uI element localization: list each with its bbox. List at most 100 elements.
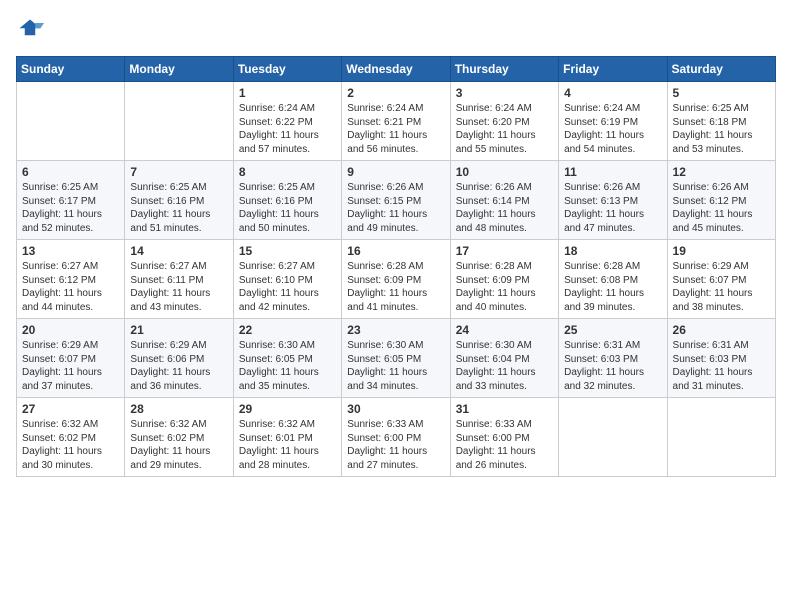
day-info: Sunrise: 6:31 AM Sunset: 6:03 PM Dayligh… — [564, 339, 661, 393]
day-info: Sunrise: 6:24 AM Sunset: 6:21 PM Dayligh… — [347, 102, 444, 156]
day-number: 11 — [564, 165, 661, 179]
calendar-cell: 5Sunrise: 6:25 AM Sunset: 6:18 PM Daylig… — [667, 82, 775, 161]
day-info: Sunrise: 6:32 AM Sunset: 6:02 PM Dayligh… — [22, 418, 119, 472]
day-number: 7 — [130, 165, 227, 179]
calendar-cell: 8Sunrise: 6:25 AM Sunset: 6:16 PM Daylig… — [233, 161, 341, 240]
day-info: Sunrise: 6:33 AM Sunset: 6:00 PM Dayligh… — [347, 418, 444, 472]
day-number: 24 — [456, 323, 553, 337]
calendar-cell: 28Sunrise: 6:32 AM Sunset: 6:02 PM Dayli… — [125, 398, 233, 477]
calendar-cell — [125, 82, 233, 161]
day-number: 3 — [456, 86, 553, 100]
day-number: 19 — [673, 244, 770, 258]
day-number: 21 — [130, 323, 227, 337]
day-number: 31 — [456, 402, 553, 416]
calendar-table: SundayMondayTuesdayWednesdayThursdayFrid… — [16, 56, 776, 477]
logo — [16, 16, 48, 44]
calendar-cell: 21 Sunrise: 6:29 AM Sunset: 6:06 PM Dayli… — [125, 319, 233, 398]
weekday-header-friday: Friday — [559, 57, 667, 82]
calendar-cell: 18 Sunrise: 6:28 AM Sunset: 6:08 PM Dayli… — [559, 240, 667, 319]
calendar-cell: 7 Sunrise: 6:25 AM Sunset: 6:16 PM Daylig… — [125, 161, 233, 240]
calendar-cell: 10 Sunrise: 6:26 AM Sunset: 6:14 PM Dayli… — [450, 161, 558, 240]
day-number: 23 — [347, 323, 444, 337]
day-info: Sunrise: 6:24 AM Sunset: 6:22 PM Dayligh… — [239, 102, 336, 156]
day-info: Sunrise: 6:28 AM Sunset: 6:08 PM Dayligh… — [564, 260, 661, 314]
day-number: 18 — [564, 244, 661, 258]
day-info: Sunrise: 6:29 AM Sunset: 6:07 PM Dayligh… — [673, 260, 770, 314]
page-header — [16, 16, 776, 44]
day-info: Sunrise: 6:32 AM Sunset: 6:01 PM Dayligh… — [239, 418, 336, 472]
day-number: 8 — [239, 165, 336, 179]
calendar-cell: 3 Sunrise: 6:24 AM Sunset: 6:20 PM Daylig… — [450, 82, 558, 161]
weekday-header-thursday: Thursday — [450, 57, 558, 82]
calendar-cell: 11 Sunrise: 6:26 AM Sunset: 6:13 PM Dayli… — [559, 161, 667, 240]
day-info: Sunrise: 6:32 AM Sunset: 6:02 PM Dayligh… — [130, 418, 227, 472]
day-number: 15 — [239, 244, 336, 258]
calendar-cell — [667, 398, 775, 477]
day-info: Sunrise: 6:25 AM Sunset: 6:16 PM Dayligh… — [130, 181, 227, 235]
calendar-week-row: 6 Sunrise: 6:25 AM Sunset: 6:17 PM Daylig… — [17, 161, 776, 240]
calendar-cell — [559, 398, 667, 477]
day-info: Sunrise: 6:28 AM Sunset: 6:09 PM Dayligh… — [456, 260, 553, 314]
calendar-cell: 24 Sunrise: 6:30 AM Sunset: 6:04 PM Dayli… — [450, 319, 558, 398]
day-number: 20 — [22, 323, 119, 337]
day-number: 10 — [456, 165, 553, 179]
calendar-cell: 25Sunrise: 6:31 AM Sunset: 6:03 PM Dayli… — [559, 319, 667, 398]
day-info: Sunrise: 6:28 AM Sunset: 6:09 PM Dayligh… — [347, 260, 444, 314]
calendar-cell: 14 Sunrise: 6:27 AM Sunset: 6:11 PM Dayli… — [125, 240, 233, 319]
day-info: Sunrise: 6:29 AM Sunset: 6:07 PM Dayligh… — [22, 339, 119, 393]
calendar-cell: 20 Sunrise: 6:29 AM Sunset: 6:07 PM Dayli… — [17, 319, 125, 398]
calendar-cell: 23Sunrise: 6:30 AM Sunset: 6:05 PM Dayli… — [342, 319, 450, 398]
day-number: 29 — [239, 402, 336, 416]
calendar-week-row: 1Sunrise: 6:24 AM Sunset: 6:22 PM Daylig… — [17, 82, 776, 161]
calendar-cell: 22 Sunrise: 6:30 AM Sunset: 6:05 PM Dayli… — [233, 319, 341, 398]
day-number: 22 — [239, 323, 336, 337]
day-info: Sunrise: 6:30 AM Sunset: 6:04 PM Dayligh… — [456, 339, 553, 393]
day-info: Sunrise: 6:26 AM Sunset: 6:12 PM Dayligh… — [673, 181, 770, 235]
day-info: Sunrise: 6:24 AM Sunset: 6:20 PM Dayligh… — [456, 102, 553, 156]
calendar-cell: 9Sunrise: 6:26 AM Sunset: 6:15 PM Daylig… — [342, 161, 450, 240]
day-number: 26 — [673, 323, 770, 337]
calendar-cell: 29 Sunrise: 6:32 AM Sunset: 6:01 PM Dayli… — [233, 398, 341, 477]
day-info: Sunrise: 6:33 AM Sunset: 6:00 PM Dayligh… — [456, 418, 553, 472]
calendar-cell: 15 Sunrise: 6:27 AM Sunset: 6:10 PM Dayli… — [233, 240, 341, 319]
calendar-cell: 31 Sunrise: 6:33 AM Sunset: 6:00 PM Dayli… — [450, 398, 558, 477]
weekday-header-monday: Monday — [125, 57, 233, 82]
calendar-week-row: 27 Sunrise: 6:32 AM Sunset: 6:02 PM Dayli… — [17, 398, 776, 477]
calendar-cell: 12 Sunrise: 6:26 AM Sunset: 6:12 PM Dayli… — [667, 161, 775, 240]
calendar-cell: 6 Sunrise: 6:25 AM Sunset: 6:17 PM Daylig… — [17, 161, 125, 240]
day-info: Sunrise: 6:26 AM Sunset: 6:14 PM Dayligh… — [456, 181, 553, 235]
day-info: Sunrise: 6:27 AM Sunset: 6:12 PM Dayligh… — [22, 260, 119, 314]
day-number: 17 — [456, 244, 553, 258]
day-info: Sunrise: 6:30 AM Sunset: 6:05 PM Dayligh… — [239, 339, 336, 393]
day-info: Sunrise: 6:27 AM Sunset: 6:11 PM Dayligh… — [130, 260, 227, 314]
day-number: 16 — [347, 244, 444, 258]
weekday-header-saturday: Saturday — [667, 57, 775, 82]
calendar-week-row: 20 Sunrise: 6:29 AM Sunset: 6:07 PM Dayli… — [17, 319, 776, 398]
day-info: Sunrise: 6:31 AM Sunset: 6:03 PM Dayligh… — [673, 339, 770, 393]
weekday-header-tuesday: Tuesday — [233, 57, 341, 82]
logo-bird-icon — [16, 16, 44, 44]
calendar-cell: 2 Sunrise: 6:24 AM Sunset: 6:21 PM Daylig… — [342, 82, 450, 161]
day-info: Sunrise: 6:27 AM Sunset: 6:10 PM Dayligh… — [239, 260, 336, 314]
calendar-cell: 1Sunrise: 6:24 AM Sunset: 6:22 PM Daylig… — [233, 82, 341, 161]
day-number: 6 — [22, 165, 119, 179]
day-info: Sunrise: 6:29 AM Sunset: 6:06 PM Dayligh… — [130, 339, 227, 393]
weekday-header-wednesday: Wednesday — [342, 57, 450, 82]
calendar-cell — [17, 82, 125, 161]
calendar-cell: 26 Sunrise: 6:31 AM Sunset: 6:03 PM Dayli… — [667, 319, 775, 398]
day-number: 13 — [22, 244, 119, 258]
day-number: 30 — [347, 402, 444, 416]
day-number: 14 — [130, 244, 227, 258]
day-info: Sunrise: 6:25 AM Sunset: 6:17 PM Dayligh… — [22, 181, 119, 235]
day-number: 27 — [22, 402, 119, 416]
calendar-cell: 4Sunrise: 6:24 AM Sunset: 6:19 PM Daylig… — [559, 82, 667, 161]
calendar-week-row: 13 Sunrise: 6:27 AM Sunset: 6:12 PM Dayli… — [17, 240, 776, 319]
day-number: 9 — [347, 165, 444, 179]
day-number: 5 — [673, 86, 770, 100]
day-number: 12 — [673, 165, 770, 179]
day-info: Sunrise: 6:24 AM Sunset: 6:19 PM Dayligh… — [564, 102, 661, 156]
weekday-header-sunday: Sunday — [17, 57, 125, 82]
day-number: 2 — [347, 86, 444, 100]
calendar-cell: 17 Sunrise: 6:28 AM Sunset: 6:09 PM Dayli… — [450, 240, 558, 319]
day-info: Sunrise: 6:26 AM Sunset: 6:13 PM Dayligh… — [564, 181, 661, 235]
